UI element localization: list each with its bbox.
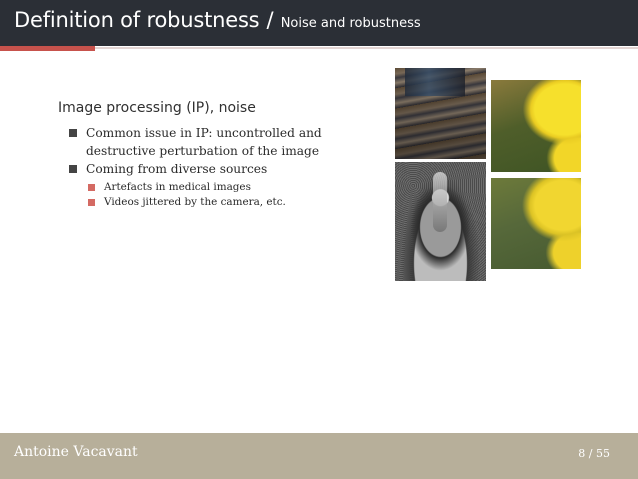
subsection-title: Noise and robustness	[280, 16, 421, 31]
slide-footer: Antoine Vacavant 8 / 55	[0, 433, 638, 479]
bullet-list: Common issue in IP: uncontrolled and des…	[58, 124, 378, 210]
square-bullet-icon	[69, 165, 77, 173]
section-title: Definition of robustness	[14, 8, 260, 32]
sub-bullet-list: Artefacts in medical images Videos jitte…	[86, 180, 378, 210]
title-separator: /	[266, 8, 274, 32]
sub-list-item: Artefacts in medical images	[86, 180, 378, 195]
noisy-bookshelf-image	[395, 68, 486, 159]
square-sub-bullet-icon	[88, 199, 95, 206]
list-item-text: Coming from diverse sources	[86, 162, 268, 176]
noisy-glass-image	[395, 162, 486, 281]
sub-list-item-text: Videos jittered by the camera, etc.	[104, 196, 286, 208]
list-item-text: Common issue in IP: uncontrolled and des…	[86, 126, 322, 158]
square-bullet-icon	[69, 129, 77, 137]
list-item: Common issue in IP: uncontrolled and des…	[58, 124, 378, 160]
noisy-sunflower-image	[491, 178, 581, 269]
square-sub-bullet-icon	[88, 184, 95, 191]
sub-list-item-text: Artefacts in medical images	[104, 181, 251, 193]
slide-title: Definition of robustness / Noise and rob…	[14, 8, 421, 32]
sub-list-item: Videos jittered by the camera, etc.	[86, 195, 378, 210]
slide-header: Definition of robustness / Noise and rob…	[0, 0, 638, 46]
author-name: Antoine Vacavant	[14, 444, 138, 460]
block-title: Image processing (IP), noise	[58, 100, 256, 116]
page-number: 8 / 55	[578, 447, 610, 460]
header-rule	[95, 47, 638, 49]
list-item: Coming from diverse sources Artefacts in…	[58, 160, 378, 210]
slide-content: Image processing (IP), noise Common issu…	[58, 100, 378, 210]
progress-accent-bar	[0, 46, 95, 51]
sunflower-image	[491, 80, 581, 172]
